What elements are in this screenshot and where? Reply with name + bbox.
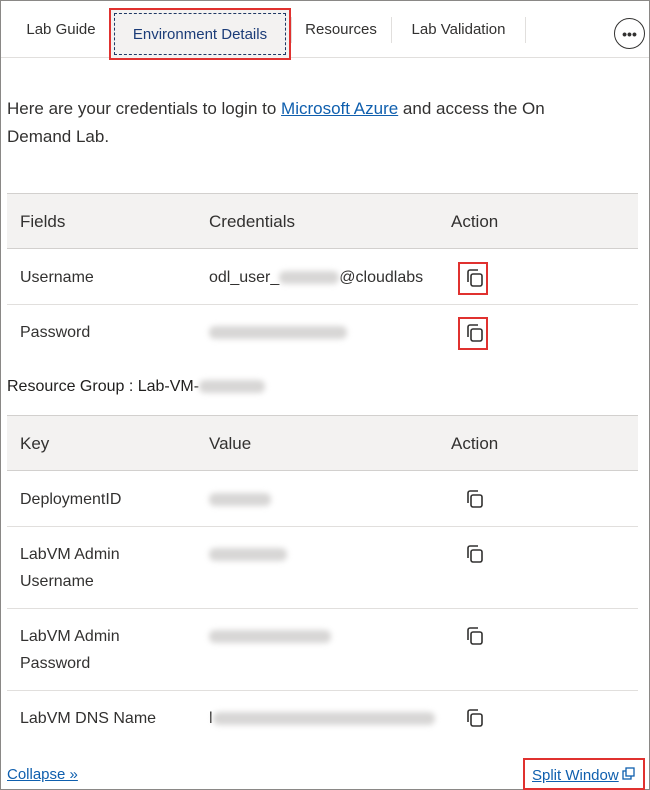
redacted-text xyxy=(209,493,271,507)
table-row: Username odl_user_ @cloudlabs xyxy=(7,250,638,305)
tab-lab-validation[interactable]: Lab Validation xyxy=(391,1,526,58)
tab-environment-details[interactable]: Environment Details xyxy=(109,8,291,60)
deployment-id-value[interactable] xyxy=(209,486,271,513)
dns-name-value[interactable]: l xyxy=(209,705,435,732)
ellipsis-icon: ••• xyxy=(622,25,637,42)
intro-text: Here are your credentials to login to Mi… xyxy=(7,95,597,151)
split-window-label: Split Window xyxy=(532,767,619,784)
tab-lab-guide[interactable]: Lab Guide xyxy=(10,1,112,58)
copy-icon[interactable] xyxy=(464,267,486,289)
tab-resources[interactable]: Resources xyxy=(291,1,391,58)
key-labvm-admin-password: LabVM Admin Password xyxy=(20,628,120,672)
table-row: LabVM Admin Username xyxy=(7,527,638,609)
tab-divider xyxy=(525,17,526,43)
table-row: LabVM Admin Password xyxy=(7,609,638,691)
tab-bar: Lab Guide Environment Details Resources … xyxy=(1,1,649,60)
redacted-text xyxy=(209,548,287,562)
username-value[interactable]: odl_user_ @cloudlabs xyxy=(209,264,423,291)
redacted-text xyxy=(212,712,435,726)
copy-icon[interactable] xyxy=(464,625,486,647)
field-username: Username xyxy=(20,269,94,286)
table-row: Password xyxy=(7,305,638,361)
copy-icon[interactable] xyxy=(464,707,486,729)
redacted-text xyxy=(199,380,266,394)
copy-icon[interactable] xyxy=(464,488,486,510)
key-labvm-dns-name: LabVM DNS Name xyxy=(20,710,157,727)
header-fields: Fields xyxy=(20,212,66,231)
redacted-text xyxy=(209,630,331,644)
password-value[interactable] xyxy=(209,319,347,346)
popout-icon xyxy=(622,767,635,784)
copy-icon[interactable] xyxy=(464,322,486,344)
microsoft-azure-link[interactable]: Microsoft Azure xyxy=(281,99,398,118)
field-password: Password xyxy=(20,324,91,341)
header-action: Action xyxy=(451,212,499,231)
redacted-text xyxy=(209,326,347,340)
environment-details-panel: Lab Guide Environment Details Resources … xyxy=(0,0,650,790)
admin-username-value[interactable] xyxy=(209,541,287,568)
key-labvm-admin-username: LabVM Admin Username xyxy=(20,546,120,590)
resource-group-label: Resource Group : Lab-VM- xyxy=(7,378,200,395)
collapse-link[interactable]: Collapse » xyxy=(7,766,78,783)
more-options-button[interactable]: ••• xyxy=(614,18,645,49)
split-window-link[interactable]: Split Window xyxy=(532,767,635,784)
admin-password-value[interactable] xyxy=(209,623,331,650)
table-row: LabVM DNS Name l xyxy=(7,691,638,747)
table-row: DeploymentID xyxy=(7,472,638,527)
resource-table-header: Key Value Action xyxy=(7,415,638,471)
redacted-text xyxy=(279,271,340,285)
credentials-table-header: Fields Credentials Action xyxy=(7,193,638,249)
resource-group-title: Resource Group : Lab-VM- xyxy=(7,378,266,396)
header-credentials: Credentials xyxy=(209,212,295,231)
intro-text-start: Here are your credentials to login to xyxy=(7,99,282,118)
copy-icon[interactable] xyxy=(464,543,486,565)
key-deployment-id: DeploymentID xyxy=(20,491,122,508)
header-key: Key xyxy=(20,434,50,453)
username-suffix: @cloudlabs xyxy=(339,269,424,286)
username-prefix: odl_user_ xyxy=(209,269,280,286)
header-action: Action xyxy=(451,434,499,453)
header-value: Value xyxy=(209,434,252,453)
tab-environment-details-label: Environment Details xyxy=(114,13,286,55)
